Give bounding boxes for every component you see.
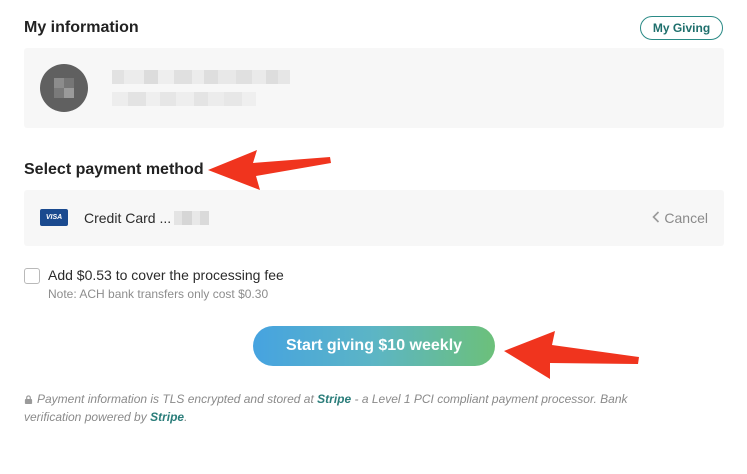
avatar [40,64,88,112]
footer-text-3: . [184,410,188,424]
cancel-button[interactable]: Cancel [652,210,708,226]
my-giving-button[interactable]: My Giving [640,16,723,40]
footer-text-1: Payment information is TLS encrypted and… [37,392,318,406]
cancel-label: Cancel [664,210,708,226]
select-payment-title: Select payment method [24,161,204,178]
red-pointer-arrow-icon [208,150,331,190]
user-info-card [24,48,724,128]
chevron-left-icon [652,210,660,226]
red-pointer-arrow-icon [504,331,639,379]
stripe-link[interactable]: Stripe [317,392,351,406]
security-footer: Payment information is TLS encrypted and… [24,390,684,426]
payment-method-row[interactable]: VISA Credit Card ... Cancel [24,190,724,246]
my-information-title: My information [24,19,139,36]
lock-icon [24,395,33,404]
processing-fee-checkbox[interactable] [24,268,40,284]
payment-page: My information My Giving Select payment … [0,0,747,474]
processing-fee-label[interactable]: Add $0.53 to cover the processing fee [48,267,284,283]
visa-card-icon: VISA [40,209,68,226]
ach-fee-note: Note: ACH bank transfers only cost $0.30 [48,287,269,301]
start-giving-button[interactable]: Start giving $10 weekly [253,326,495,366]
user-name-redacted [112,70,290,84]
card-number-redacted [174,211,209,225]
credit-card-label: Credit Card ... [84,210,172,226]
stripe-link-2[interactable]: Stripe [150,410,184,424]
user-email-redacted [112,92,256,106]
